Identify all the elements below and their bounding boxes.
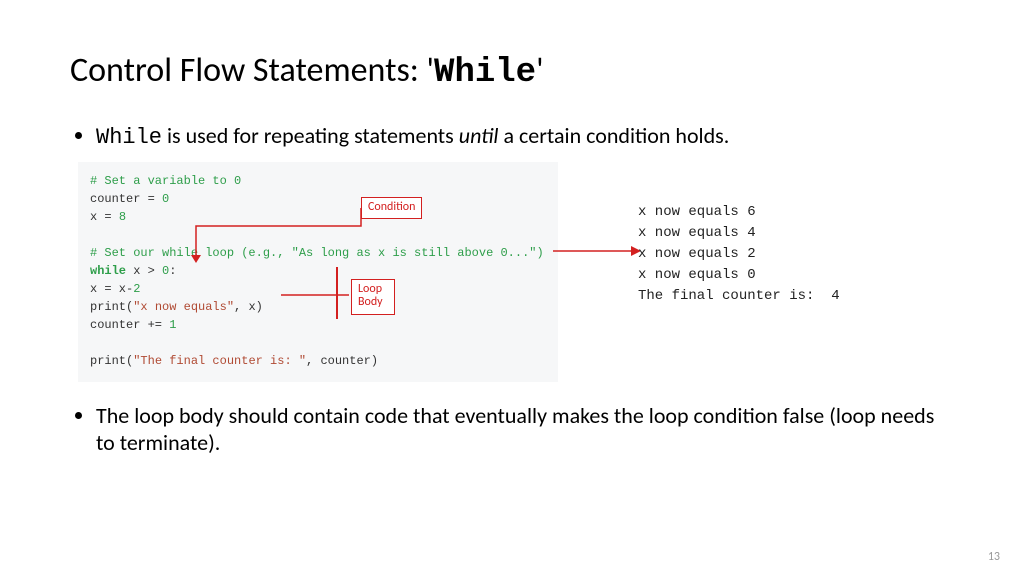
output-line: x now equals 4 [638,225,756,241]
bullet-list-2: The loop body should contain code that e… [70,402,954,457]
output-line: x now equals 0 [638,267,756,283]
code-line: , counter) [306,354,378,368]
title-keyword: While [434,54,536,92]
code-line: "x now equals" [133,300,234,314]
code-line: 1 [169,318,176,332]
condition-arrow-icon [188,218,368,270]
bullet-1-code: While [96,125,162,150]
output-line: x now equals 2 [638,246,756,262]
slide: Control Flow Statements: 'While' While i… [0,0,1024,576]
bullet-1: While is used for repeating statements u… [96,122,954,152]
code-line: x > [126,264,162,278]
code-line: print [90,354,126,368]
output-line: x now equals 6 [638,204,756,220]
annotation-condition: Condition [361,197,422,220]
code-line: 8 [119,210,126,224]
bullet-1-end: a certain condition holds. [498,122,729,149]
code-line: 2 [133,282,140,296]
page-number: 13 [988,550,1000,564]
title-prefix: Control Flow Statements: ' [70,50,434,91]
example-row: # Set a variable to 0 counter = 0 x = 8 … [78,162,954,372]
annotation-loop-l2: Body [358,295,383,309]
annotation-loop-l1: Loop [358,282,382,296]
code-line: counter += [90,318,169,332]
code-line: , x) [234,300,263,314]
output-line: The final counter is: 4 [638,288,840,304]
code-line: 0 [162,192,169,206]
code-line: print [90,300,126,314]
output-arrow-icon [553,246,643,256]
loop-body-connector-icon [281,292,353,298]
slide-title: Control Flow Statements: 'While' [70,50,954,92]
code-output: x now equals 6 x now equals 4 x now equa… [638,202,840,307]
code-line: while [90,264,126,278]
code-line: # Set a variable to 0 [90,174,241,188]
code-line: : [169,264,176,278]
bullet-1-mid: is used for repeating statements [162,122,459,149]
bullet-2: The loop body should contain code that e… [96,402,954,457]
code-line: counter = [90,192,162,206]
annotation-condition-label: Condition [368,200,415,214]
code-line: "The final counter is: " [133,354,306,368]
title-suffix: ' [536,50,544,91]
code-example: # Set a variable to 0 counter = 0 x = 8 … [78,162,558,382]
code-line: x = x- [90,282,133,296]
bullet-list: While is used for repeating statements u… [70,122,954,152]
annotation-loop-body: Loop Body [351,279,395,316]
code-line: x = [90,210,119,224]
bullet-1-italic: until [459,122,499,149]
